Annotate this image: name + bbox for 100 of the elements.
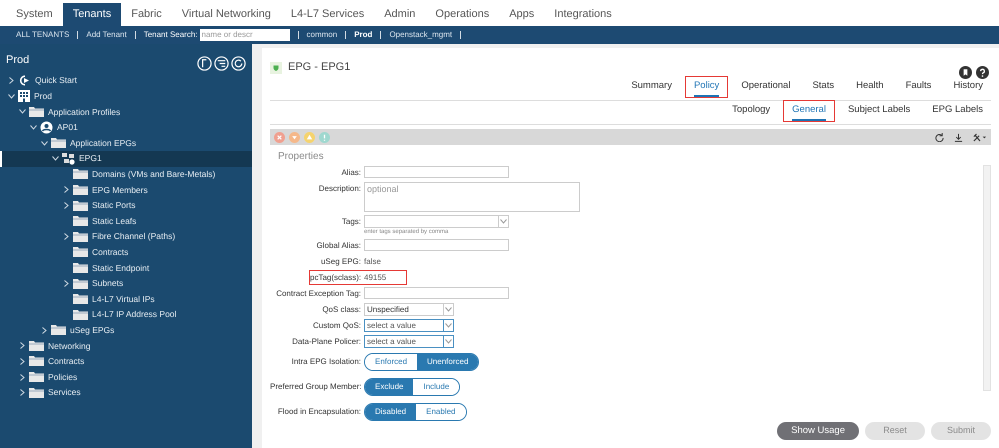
field-label: Flood in Encapsulation: [278,407,361,416]
select-field[interactable]: Unspecified [364,302,454,316]
tree-item[interactable]: Subnets [0,276,252,292]
tree-item[interactable]: Application EPGs [0,135,252,151]
tree-item[interactable]: L4-L7 IP Address Pool [0,306,252,322]
dropdown-caret-icon[interactable] [500,218,507,224]
tab[interactable]: Subject Labels [840,100,918,121]
tab[interactable]: History [945,76,991,97]
help-icon[interactable] [976,66,989,79]
nav-tab[interactable]: Integrations [544,3,622,26]
toggle-option[interactable]: Unenforced [417,354,478,370]
dropdown-caret-icon[interactable] [445,306,452,312]
input-field[interactable] [364,286,509,298]
search-field[interactable]: name or descr [200,29,290,41]
folder-icon [29,340,44,351]
tools-icon[interactable] [973,132,987,142]
tab[interactable]: Policy [686,76,728,97]
nav-tab[interactable]: System [6,3,63,26]
tree-item[interactable]: Fibre Channel (Paths) [0,228,252,245]
select-field[interactable]: select a value [364,334,454,348]
description-field[interactable]: optional [364,182,580,212]
tree-item[interactable]: Static Ports [0,198,252,214]
tree-item[interactable]: Application Profiles [0,104,252,120]
tree-item[interactable]: Policies [0,369,252,385]
action-button[interactable]: Show Usage [777,422,859,440]
chevron-right-icon[interactable] [20,374,24,381]
tree-item[interactable]: EPG Members [0,182,252,198]
nav-tab[interactable]: Operations [425,3,500,26]
nav-tab[interactable]: Admin [374,3,426,26]
tree-item-label: Application EPGs [70,136,136,150]
folder-icon [73,310,88,320]
toggle-option[interactable]: Disabled [365,404,416,420]
chevron-right-icon[interactable] [64,202,68,210]
tab[interactable]: Summary [623,76,680,97]
nav-tab[interactable]: Apps [499,3,544,26]
download-icon[interactable] [954,132,963,142]
field-label: Contract Exception Tag: [276,288,361,298]
tree-item-label: Policies [48,370,78,384]
chevron-right-icon[interactable] [64,280,68,288]
dropdown-caret-icon[interactable] [445,338,452,344]
chevron-down-icon[interactable] [40,140,48,146]
tree-item[interactable]: Static Endpoint [0,260,252,276]
chevron-right-icon[interactable] [20,358,24,365]
list-icon[interactable] [214,56,229,71]
chevron-right-icon[interactable] [20,342,24,350]
tab[interactable]: Faults [898,76,940,97]
bookmark-icon[interactable] [959,66,972,79]
tree-item[interactable]: EPG1 [0,150,252,167]
toggle-option[interactable]: Exclude [365,378,414,394]
nav-tab[interactable]: Virtual Networking [172,3,281,26]
chevron-down-icon[interactable] [30,125,36,130]
tenant-link[interactable]: common [298,29,346,41]
tenant-link[interactable]: Add Tenant [78,29,135,41]
tree-item-label: Quick Start [35,74,78,88]
tree-item[interactable]: Contracts [0,354,252,370]
tree-item[interactable]: Static Leafs [0,213,252,229]
chevron-right-icon[interactable] [20,389,24,396]
folder-icon [73,169,88,180]
tree-item[interactable]: Prod [0,88,252,104]
nav-tab[interactable]: L4-L7 Services [280,3,374,26]
chevron-right-icon[interactable] [8,77,14,84]
tab[interactable]: Topology [724,100,778,121]
input-field[interactable] [364,238,509,250]
folder-icon [73,294,88,304]
tab[interactable]: Stats [804,76,842,97]
tree-item-label: Contracts [48,355,84,368]
field-label: Tags: [342,216,361,226]
chevron-down-icon[interactable] [18,109,26,114]
tree-item-label: AP01 [57,121,78,134]
tree-item[interactable]: uSeg EPGs [0,322,252,338]
dropdown-caret-icon[interactable] [445,322,452,328]
tree-item[interactable]: Contracts [0,244,252,260]
sidebar-title: Prod [6,53,30,68]
chevron-right-icon[interactable] [64,233,68,240]
tenant-link[interactable]: ALL TENANTS [8,29,78,41]
tree-item[interactable]: Networking [0,338,252,354]
chevron-right-icon[interactable] [42,326,46,334]
tenant-link[interactable]: Prod [346,29,380,41]
input-field[interactable] [364,166,509,178]
nav-tab[interactable]: Tenants [62,3,122,26]
select-field[interactable]: select a value [364,318,454,332]
play-circle-icon [18,75,31,86]
tab[interactable]: EPG Labels [924,100,991,121]
chevron-down-icon[interactable] [8,94,14,99]
nav-tab[interactable]: Fabric [121,3,172,26]
tree-item[interactable]: AP01 [0,120,252,136]
chevron-right-icon[interactable] [64,186,68,194]
tree-item[interactable]: Domains (VMs and Bare-Metals) [0,166,252,182]
tab[interactable]: Operational [733,76,798,97]
tab[interactable]: General [784,100,834,121]
tree-item-label: Static Endpoint [92,262,150,274]
chevron-down-icon[interactable] [52,156,58,162]
tree-item[interactable]: Quick Start [0,73,252,89]
tab[interactable]: Health [848,76,892,97]
shield-icon [270,62,282,74]
tags-field[interactable] [364,214,509,228]
refresh-icon[interactable] [935,132,944,142]
tenant-link[interactable]: Openstack_mgmt [381,29,460,41]
tree-item[interactable]: L4-L7 Virtual IPs [0,291,252,307]
tree-item[interactable]: Services [0,384,252,400]
